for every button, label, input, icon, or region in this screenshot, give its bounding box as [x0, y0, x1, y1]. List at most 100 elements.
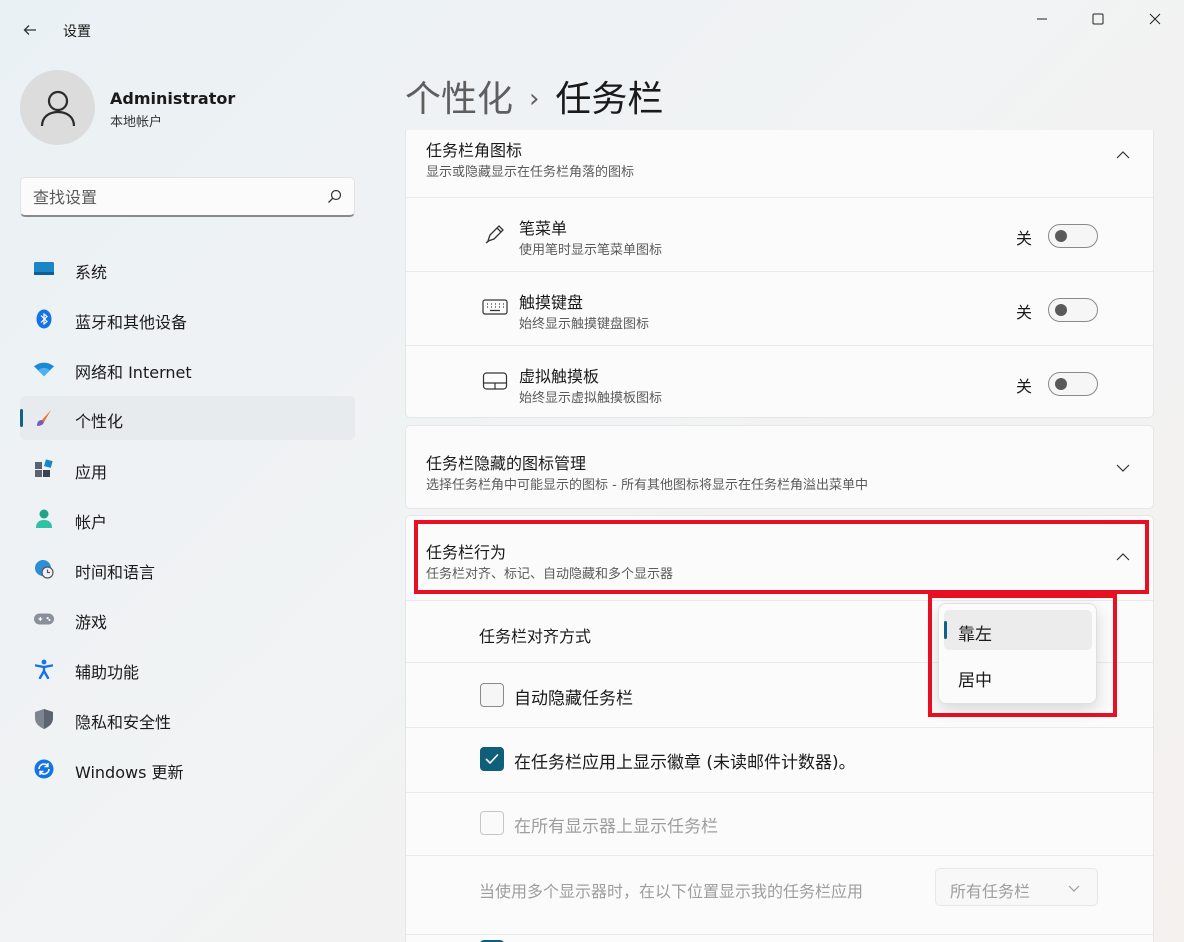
corner-icons-subtitle: 显示或隐藏显示在任务栏角落的图标 — [426, 165, 635, 180]
pen-menu-toggle[interactable] — [1048, 224, 1098, 248]
touch-keyboard-title: 触摸键盘 — [519, 293, 584, 312]
toggle-state-label: 关 — [1016, 377, 1033, 396]
divider — [406, 792, 1153, 793]
sidebar-item-label: 个性化 — [75, 412, 124, 431]
keyboard-icon — [482, 297, 508, 317]
wifi-icon — [34, 359, 54, 379]
all-displays-checkbox[interactable] — [480, 811, 504, 835]
badges-checkbox[interactable] — [480, 747, 504, 771]
multi-display-label: 当使用多个显示器时，在以下位置显示我的任务栏应用 — [479, 882, 864, 901]
chevron-up-icon[interactable] — [1113, 145, 1133, 165]
close-icon — [1149, 13, 1161, 25]
highlight-box-behaviors — [414, 520, 1149, 594]
pen-icon — [484, 223, 506, 245]
maximize-button[interactable] — [1075, 0, 1121, 38]
back-arrow-icon — [23, 25, 36, 35]
sidebar-item-network[interactable]: 网络和 Internet — [20, 347, 355, 391]
accessibility-icon — [34, 659, 54, 679]
search-box[interactable] — [20, 177, 355, 217]
overflow-icons-card[interactable]: 任务栏隐藏的图标管理 选择任务栏角中可能显示的图标 - 所有其他图标将显示在任务… — [405, 425, 1154, 509]
page-title: 任务栏 — [555, 79, 664, 120]
virtual-touchpad-title: 虚拟触摸板 — [519, 367, 600, 386]
divider — [406, 271, 1153, 272]
chevron-down-icon — [1064, 878, 1084, 898]
account-name: Administrator — [110, 89, 236, 108]
divider — [406, 934, 1153, 935]
maximize-icon — [1092, 13, 1104, 25]
sidebar-item-label: 隐私和安全性 — [75, 713, 172, 732]
autohide-label: 自动隐藏任务栏 — [514, 689, 633, 709]
search-input[interactable] — [33, 186, 313, 208]
user-icon — [40, 90, 75, 126]
sidebar-item-apps[interactable]: 应用 — [20, 447, 355, 491]
search-icon — [328, 189, 342, 203]
gamepad-icon — [34, 609, 54, 629]
sidebar-item-label: 系统 — [75, 263, 108, 282]
sidebar-item-gaming[interactable]: 游戏 — [20, 597, 355, 641]
bluetooth-icon — [34, 309, 54, 329]
apps-icon — [34, 459, 54, 479]
corner-icons-card: 任务栏角图标 显示或隐藏显示在任务栏角落的图标 笔菜单 使用笔时显示笔菜单图标 … — [405, 130, 1154, 418]
touch-keyboard-subtitle: 始终显示触摸键盘图标 — [519, 317, 650, 332]
alignment-option-left[interactable]: 靠左 — [944, 610, 1092, 650]
option-label: 居中 — [958, 671, 992, 691]
account-icon — [34, 509, 54, 529]
sidebar-item-bluetooth[interactable]: 蓝牙和其他设备 — [20, 297, 355, 341]
dropdown-value: 所有任务栏 — [950, 882, 1031, 901]
option-label: 靠左 — [958, 625, 992, 645]
toggle-knob — [1055, 230, 1067, 242]
breadcrumb-parent[interactable]: 个性化 — [405, 79, 513, 120]
sidebar-item-accounts[interactable]: 帐户 — [20, 497, 355, 541]
toggle-state-label: 关 — [1016, 303, 1033, 322]
sidebar-item-system[interactable]: 系统 — [20, 247, 355, 291]
touchpad-icon — [482, 371, 508, 391]
divider — [406, 197, 1153, 198]
sidebar-item-personalization[interactable]: 个性化 — [20, 396, 355, 440]
close-button[interactable] — [1132, 0, 1178, 38]
multi-display-dropdown[interactable]: 所有任务栏 — [935, 868, 1098, 906]
system-icon — [34, 259, 54, 279]
selection-indicator — [20, 409, 23, 427]
selection-indicator — [944, 621, 947, 639]
sidebar-item-accessibility[interactable]: 辅助功能 — [20, 647, 355, 691]
update-icon — [34, 759, 54, 779]
sidebar-item-label: 帐户 — [75, 513, 108, 532]
avatar[interactable] — [20, 70, 95, 145]
pen-menu-title: 笔菜单 — [519, 219, 568, 238]
minimize-button[interactable] — [1019, 0, 1065, 38]
minimize-icon — [1037, 18, 1047, 20]
app-title: 设置 — [63, 24, 91, 40]
sidebar-item-time-language[interactable]: 时间和语言 — [20, 547, 355, 591]
badges-label: 在任务栏应用上显示徽章 (未读邮件计数器)。 — [514, 753, 856, 773]
corner-icons-header[interactable]: 任务栏角图标 显示或隐藏显示在任务栏角落的图标 — [406, 130, 1153, 197]
touch-keyboard-toggle[interactable] — [1048, 298, 1098, 322]
alignment-label: 任务栏对齐方式 — [479, 627, 592, 646]
sidebar-item-label: 应用 — [75, 463, 108, 482]
divider — [406, 727, 1153, 728]
sidebar-item-windows-update[interactable]: Windows 更新 — [20, 747, 355, 791]
overflow-subtitle: 选择任务栏角中可能显示的图标 - 所有其他图标将显示在任务栏角溢出菜单中 — [426, 478, 868, 493]
virtual-touchpad-toggle[interactable] — [1048, 372, 1098, 396]
divider — [406, 855, 1153, 856]
pen-menu-subtitle: 使用笔时显示笔菜单图标 — [519, 243, 663, 258]
divider — [406, 345, 1153, 346]
toggle-knob — [1055, 304, 1067, 316]
breadcrumb-separator: › — [529, 84, 540, 114]
autohide-checkbox[interactable] — [480, 683, 504, 707]
sidebar-item-label: 时间和语言 — [75, 563, 156, 582]
globe-clock-icon — [34, 559, 54, 579]
back-button[interactable] — [14, 14, 46, 46]
breadcrumb: 个性化 › 任务栏 — [405, 70, 663, 122]
toggle-knob — [1055, 378, 1067, 390]
corner-icons-title: 任务栏角图标 — [426, 141, 523, 160]
brush-icon — [34, 408, 54, 428]
alignment-option-center[interactable]: 居中 — [944, 656, 1092, 696]
chevron-down-icon[interactable] — [1113, 458, 1133, 478]
all-displays-label: 在所有显示器上显示任务栏 — [514, 817, 718, 837]
sidebar-item-label: 游戏 — [75, 613, 108, 632]
virtual-touchpad-subtitle: 始终显示虚拟触摸板图标 — [519, 391, 663, 406]
sidebar-item-privacy[interactable]: 隐私和安全性 — [20, 697, 355, 741]
alignment-dropdown-menu: 靠左 居中 — [938, 603, 1097, 704]
sidebar-item-label: Windows 更新 — [75, 763, 184, 782]
checkmark-icon — [485, 753, 499, 765]
